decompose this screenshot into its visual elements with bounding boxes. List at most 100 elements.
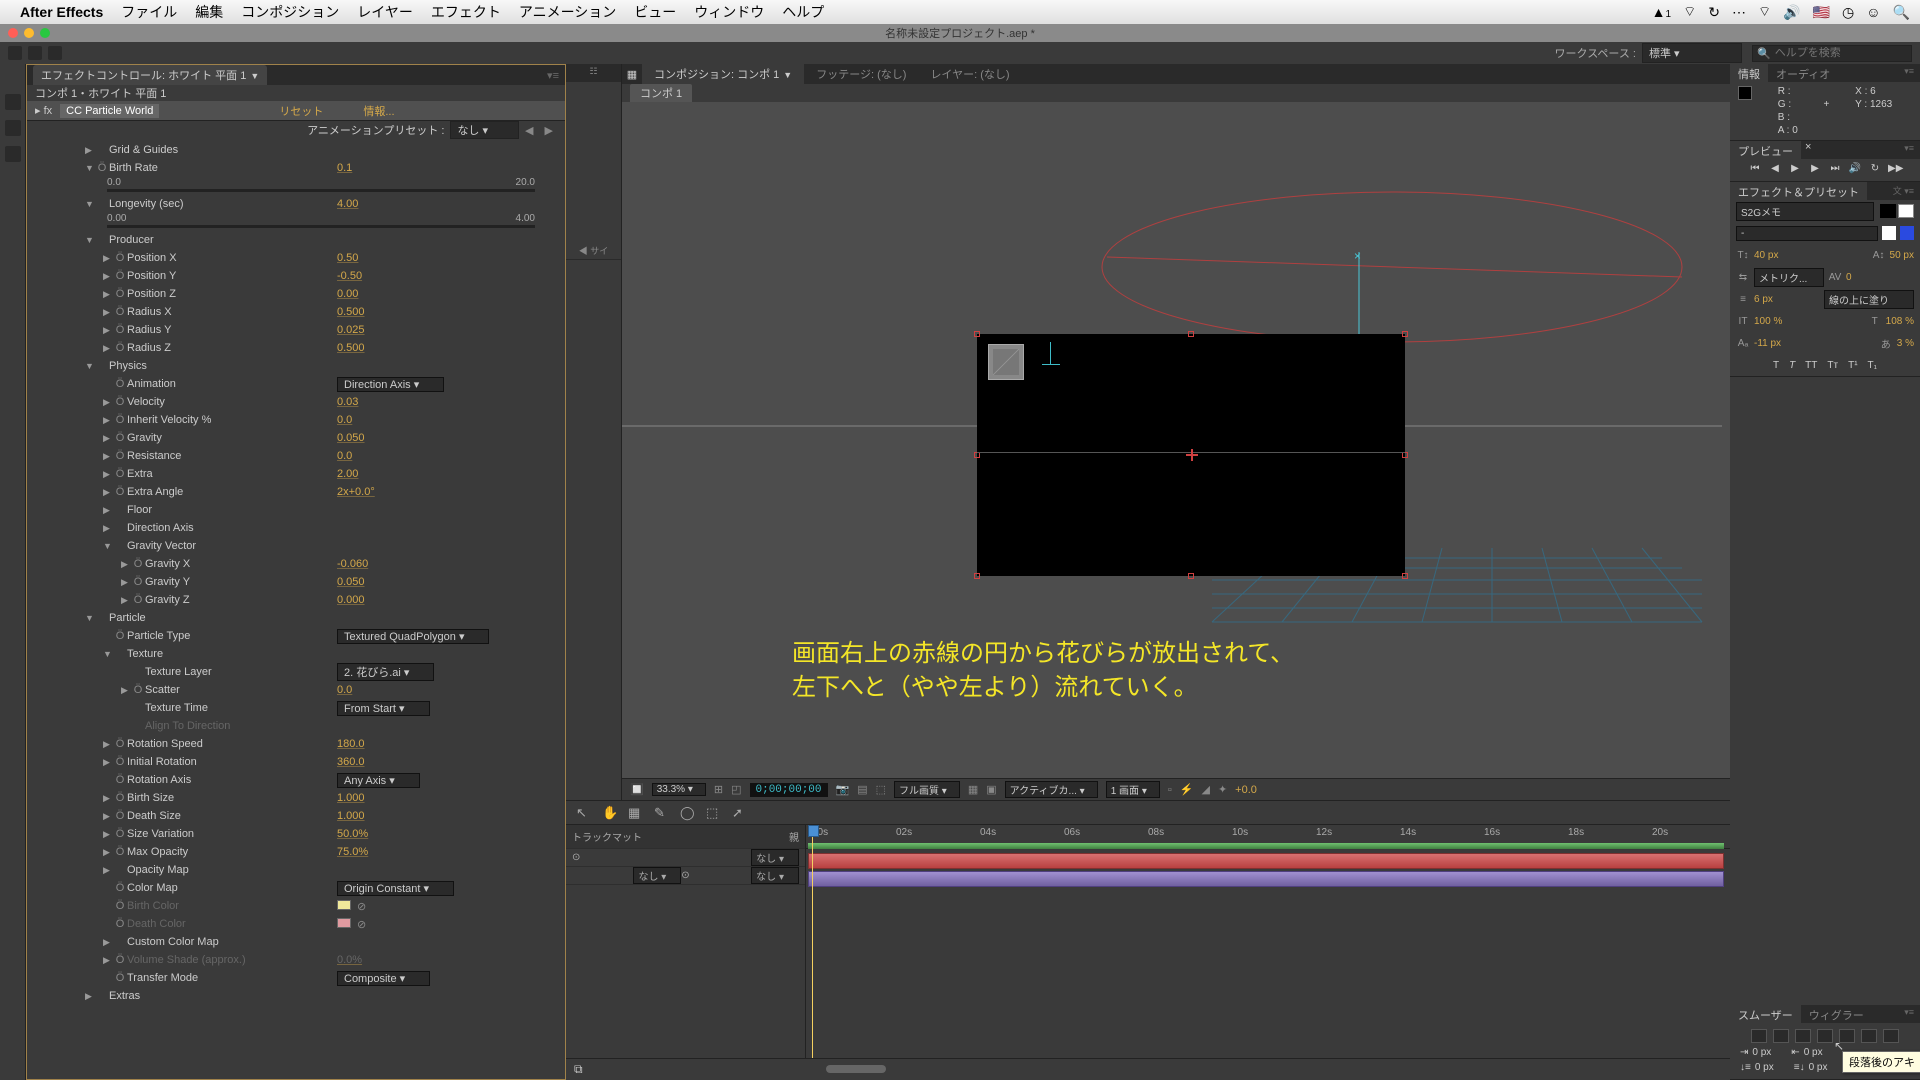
picker-icon[interactable] (1900, 226, 1914, 240)
timecode-display[interactable]: 0;00;00;00 (750, 783, 828, 797)
window-minimize-button[interactable] (24, 28, 34, 38)
property-row[interactable]: Texture TimeFrom Start ▾ (27, 699, 565, 717)
property-value[interactable]: -0.50 (337, 270, 362, 282)
property-row[interactable]: ▶ÖPosition Z0.00 (27, 285, 565, 303)
property-value[interactable]: 0.0% (337, 954, 362, 966)
tab-info[interactable]: 情報 (1730, 64, 1768, 82)
dock-icon[interactable] (5, 146, 21, 162)
property-value[interactable]: 0.1 (337, 162, 352, 174)
wifi2-icon[interactable]: ⌔ (1758, 3, 1771, 21)
menu-composition[interactable]: コンポジション (241, 2, 339, 22)
property-row[interactable]: ▶ÖDeath Size1.000 (27, 807, 565, 825)
property-value[interactable]: 4.00 (337, 198, 358, 210)
property-dropdown[interactable]: Textured QuadPolygon ▾ (337, 629, 489, 644)
align-center-icon[interactable] (1773, 1029, 1789, 1043)
last-frame-icon[interactable]: ⏭ (1828, 163, 1842, 177)
picker-icon[interactable] (1882, 226, 1896, 240)
property-value[interactable]: 180.0 (337, 738, 365, 750)
property-value[interactable]: 0.050 (337, 576, 365, 588)
property-row[interactable]: ÖAnimationDirection Axis ▾ (27, 375, 565, 393)
subscript-icon[interactable]: T₁ (1868, 360, 1877, 371)
superscript-icon[interactable]: T¹ (1848, 360, 1857, 371)
property-value[interactable]: 0.0 (337, 684, 352, 696)
font-size-value[interactable]: 40 px (1754, 250, 1778, 261)
tl-tool-icon[interactable]: ✋ (602, 805, 618, 821)
quality-dropdown[interactable]: フル画質 ▾ (894, 781, 960, 798)
property-row[interactable]: ▶ÖPosition Y-0.50 (27, 267, 565, 285)
property-row[interactable]: ▶Custom Color Map (27, 933, 565, 951)
align-justify-icon[interactable] (1883, 1029, 1899, 1043)
stroke-width-value[interactable]: 6 px (1754, 294, 1773, 305)
property-dropdown[interactable]: Composite ▾ (337, 971, 430, 986)
tool-icon[interactable] (8, 46, 22, 60)
tsume-value[interactable]: 3 % (1897, 338, 1914, 349)
pixel-icon[interactable]: ▫ (1168, 784, 1172, 796)
property-row[interactable]: ▶Grid & Guides (27, 141, 565, 159)
snapshot-icon[interactable]: 📷 (836, 783, 850, 796)
grid-icon[interactable]: ⊞ (714, 783, 723, 796)
property-list[interactable]: ▶Grid & Guides▼ÖBirth Rate0.10.020.0▼Lon… (27, 139, 565, 1079)
property-row[interactable]: ▶ÖResistance0.0 (27, 447, 565, 465)
effect-info-link[interactable]: 情報... (363, 103, 394, 119)
timeline-scrollbar[interactable] (806, 1059, 1730, 1080)
wifi-icon[interactable]: ⌔ (1683, 3, 1696, 21)
property-value[interactable]: 1.000 (337, 810, 365, 822)
property-value[interactable]: 0.500 (337, 306, 365, 318)
property-value[interactable]: -0.060 (337, 558, 368, 570)
property-row[interactable]: Align To Direction (27, 717, 565, 735)
property-value[interactable]: 50.0% (337, 828, 368, 840)
ram-preview-icon[interactable]: ▶▶ (1888, 163, 1902, 177)
property-dropdown[interactable]: 2. 花びら.ai ▾ (337, 663, 434, 681)
panel-menu-icon[interactable]: ▾≡ (1898, 1005, 1920, 1023)
mask-icon[interactable]: ◰ (731, 783, 741, 796)
tl-tool-icon[interactable]: ◯ (680, 805, 696, 821)
property-row[interactable]: ▼Gravity Vector (27, 537, 565, 555)
align-left-icon[interactable] (1751, 1029, 1767, 1043)
tab-effects-presets[interactable]: エフェクト＆プリセット (1730, 182, 1867, 200)
clock-icon[interactable]: ◷ (1842, 4, 1854, 21)
layer-bar[interactable] (808, 871, 1724, 887)
italic-icon[interactable]: T (1789, 360, 1795, 371)
align-justify-icon[interactable] (1861, 1029, 1877, 1043)
property-value[interactable]: 1.000 (337, 792, 365, 804)
property-row[interactable]: ▶ÖInherit Velocity %0.0 (27, 411, 565, 429)
hscale-value[interactable]: 100 % (1754, 316, 1782, 327)
menu-file[interactable]: ファイル (121, 2, 177, 22)
property-slider[interactable]: 0.020.0 (27, 177, 565, 195)
window-maximize-button[interactable] (40, 28, 50, 38)
effect-reset-link[interactable]: リセット (279, 103, 323, 119)
loop-icon[interactable]: ↻ (1868, 163, 1882, 177)
property-row[interactable]: ▶ÖPosition X0.50 (27, 249, 565, 267)
property-row[interactable]: ▶ÖMax Opacity75.0% (27, 843, 565, 861)
menu-animation[interactable]: アニメーション (519, 2, 616, 22)
property-row[interactable]: ▼ÖBirth Rate0.1 (27, 159, 565, 177)
property-row[interactable]: ÖColor MapOrigin Constant ▾ (27, 879, 565, 897)
parent-dropdown[interactable]: なし ▾ (751, 867, 799, 884)
tl-tool-icon[interactable]: ↖ (576, 805, 592, 821)
viewer-subtab[interactable]: コンポ 1 (630, 84, 692, 102)
fx-toggle-icon[interactable]: ▸ fx (35, 104, 52, 117)
help-search-input[interactable] (1775, 47, 1905, 59)
indent-value[interactable]: 0 px (1804, 1047, 1823, 1058)
property-value[interactable]: 0.000 (337, 594, 365, 606)
workspace-dropdown[interactable]: 標準 ▾ (1642, 43, 1742, 63)
property-row[interactable]: ▶ÖRadius X0.500 (27, 303, 565, 321)
viewer-tab-composition[interactable]: コンポジション: コンポ 1▼ (642, 64, 804, 84)
tl-tool-icon[interactable]: ➚ (732, 805, 748, 821)
tab-wiggler[interactable]: ウィグラー (1801, 1005, 1872, 1023)
viewer-tab-footage[interactable]: フッテージ: (なし) (804, 64, 918, 84)
first-frame-icon[interactable]: ⏮ (1748, 163, 1762, 177)
property-value[interactable]: 0.50 (337, 252, 358, 264)
property-row[interactable]: ▶Floor (27, 501, 565, 519)
window-close-button[interactable] (8, 28, 18, 38)
menu-layer[interactable]: レイヤー (357, 2, 413, 22)
property-row[interactable]: Texture Layer2. 花びら.ai ▾ (27, 663, 565, 681)
property-row[interactable]: ▶ÖGravity Z0.000 (27, 591, 565, 609)
play-icon[interactable]: ▶ (1788, 163, 1802, 177)
property-row[interactable]: ▶ÖRadius Z0.500 (27, 339, 565, 357)
timeline-track-area[interactable]: 00s02s04s06s08s10s12s14s16s18s20s (806, 825, 1730, 1058)
property-value[interactable]: 0.050 (337, 432, 365, 444)
property-row[interactable]: ▶ÖRadius Y0.025 (27, 321, 565, 339)
anchor-point-icon[interactable] (1188, 451, 1196, 459)
menu-view[interactable]: ビュー (634, 2, 676, 22)
